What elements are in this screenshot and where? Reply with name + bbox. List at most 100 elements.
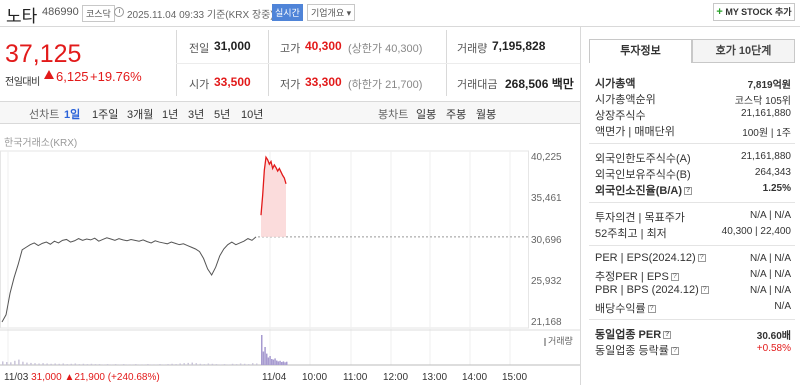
info-label: 52주최고 | 최저: [595, 228, 667, 240]
info-label: 투자의견 | 목표주가: [595, 212, 685, 224]
volume-bar: [243, 363, 246, 365]
volume-bar: [131, 364, 133, 365]
help-icon[interactable]: ?: [700, 286, 709, 295]
volume-bar: [135, 364, 137, 365]
volume-bar: [147, 364, 149, 365]
period-1d[interactable]: 1일: [64, 106, 80, 122]
info-label: 추정PER | EPS?: [595, 268, 679, 284]
help-icon[interactable]: ?: [670, 347, 679, 356]
volume-bar: [227, 364, 230, 365]
panel-section-divider: [589, 143, 795, 144]
volume-bar: [235, 364, 238, 365]
current-price: 37,125: [5, 40, 82, 68]
volume-bar: [70, 363, 73, 365]
info-value: N/A | N/A: [750, 210, 791, 221]
help-icon[interactable]: ?: [670, 273, 679, 282]
volume-bar: [271, 359, 273, 365]
info-value: 264,343: [754, 167, 791, 178]
candle-weekly[interactable]: 주봉: [446, 106, 466, 122]
period-3m[interactable]: 3개월: [127, 106, 153, 122]
period-3y[interactable]: 3년: [188, 106, 204, 122]
prev-close-value: 31,000: [214, 39, 251, 53]
volume-bar: [82, 363, 85, 365]
x-tick: 11/04: [262, 372, 287, 383]
period-1w[interactable]: 1주일: [92, 106, 118, 122]
info-value: 40,300 | 22,400: [721, 226, 791, 237]
stock-name: 노타: [6, 7, 38, 26]
clock-icon: [114, 7, 124, 17]
price-chart[interactable]: [0, 124, 580, 385]
volume-bar: [143, 364, 145, 365]
high-value: 40,300: [305, 39, 342, 53]
volume-bar: [94, 364, 97, 365]
volume-bar: [272, 359, 275, 365]
volume-bar: [261, 335, 263, 365]
volume-bar: [139, 364, 141, 365]
info-value: N/A | N/A: [750, 285, 791, 296]
volume-bar: [62, 363, 64, 365]
upper-limit: (상한가 40,300): [348, 43, 423, 55]
info-label: 동일업종 등락률?: [595, 342, 679, 358]
volume-bar: [264, 347, 266, 365]
help-icon[interactable]: ?: [684, 187, 692, 196]
volume-bar: [203, 364, 206, 365]
volume-bar: [163, 364, 165, 365]
panel-section-divider: [589, 245, 795, 246]
add-my-stock-label: MY STOCK 추가: [725, 7, 792, 17]
info-label: 시가총액순위: [595, 94, 656, 106]
volume-bar: [126, 364, 129, 365]
info-value: 코스닥 105위: [734, 96, 791, 107]
header-divider: [0, 26, 800, 27]
info-value: 100원 | 1주: [742, 128, 791, 139]
volume-label: 거래량: [457, 43, 488, 55]
volume-bar: [179, 363, 181, 365]
info-label: 외국인한도주식수(A): [595, 153, 691, 165]
panel-section-divider: [589, 202, 795, 203]
volume-bar: [38, 363, 40, 365]
volume-bar: [223, 364, 226, 365]
help-icon[interactable]: ?: [697, 254, 706, 263]
help-icon[interactable]: ?: [663, 331, 672, 340]
volume-bar: [219, 364, 222, 365]
company-info-dropdown[interactable]: 기업개요 ▾: [307, 4, 356, 21]
info-label: 외국인소진율(B/A)?: [595, 185, 692, 197]
volume-bar: [247, 364, 250, 365]
volume-bar: [6, 362, 8, 365]
x-tick: 10:00: [302, 372, 328, 383]
x-tick: 13:00: [422, 372, 448, 383]
y-tick: 35,461: [531, 193, 562, 204]
volume-bar: [151, 364, 153, 365]
stock-code: 486990: [42, 6, 79, 18]
period-10y[interactable]: 10년: [241, 106, 263, 122]
volume-bar: [256, 363, 258, 365]
series-line-day1: [1, 236, 257, 323]
candle-daily[interactable]: 일봉: [416, 106, 436, 122]
volume-bar: [199, 363, 202, 365]
info-value: 7,819억원: [747, 80, 791, 91]
x-tick: 14:00: [462, 372, 488, 383]
candle-monthly[interactable]: 월봉: [476, 106, 496, 122]
period-5y[interactable]: 5년: [214, 106, 230, 122]
volume-bar: [251, 363, 254, 365]
tab-investment-info[interactable]: 투자정보: [589, 39, 692, 63]
volume-bar: [207, 363, 210, 365]
volume-value: 7,195,828: [492, 39, 546, 53]
volume-bar: [86, 364, 89, 365]
add-my-stock-button[interactable]: + MY STOCK 추가: [713, 3, 795, 21]
volume-bar: [262, 351, 265, 365]
amount-label: 거래대금: [457, 79, 498, 91]
volume-bar: [231, 363, 234, 365]
x-tick: 12:00: [383, 372, 409, 383]
volume-bar: [46, 363, 48, 365]
volume-bar: [54, 363, 56, 365]
volume-bar: [175, 364, 177, 365]
volume-bar: [183, 363, 185, 365]
volume-bar: [191, 362, 193, 365]
period-1y[interactable]: 1년: [162, 106, 178, 122]
y-tick: 40,225: [531, 152, 562, 163]
tab-order-book[interactable]: 호가 10단계: [692, 39, 795, 63]
prev-compare-label: 전일대비: [5, 77, 40, 88]
panel-section-divider: [589, 319, 795, 320]
help-icon[interactable]: ?: [647, 305, 656, 314]
volume-bar: [215, 364, 218, 365]
